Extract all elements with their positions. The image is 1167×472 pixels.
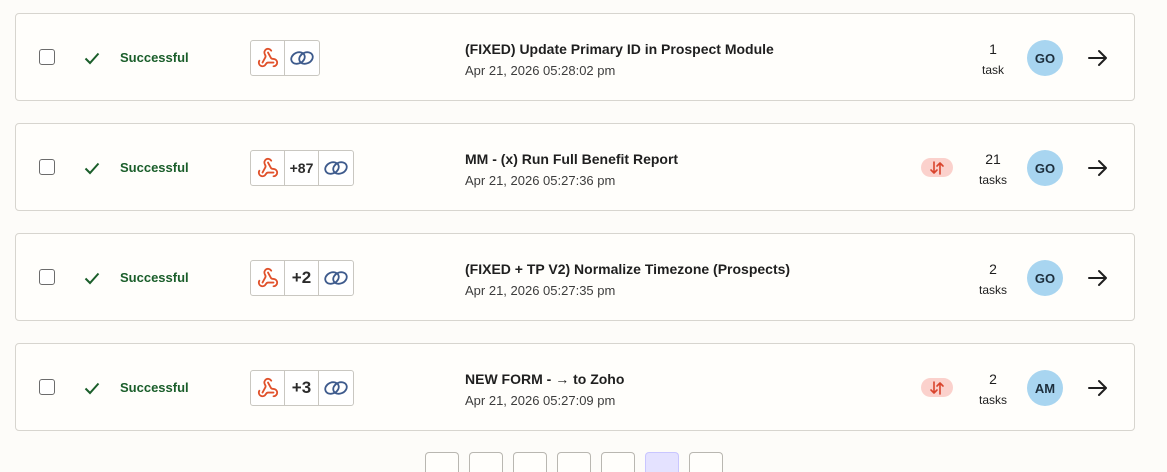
app-icons-group bbox=[250, 40, 320, 76]
app-icons-group: +2 bbox=[250, 260, 354, 296]
run-timestamp: Apr 21, 2026 05:27:09 pm bbox=[465, 393, 616, 408]
webhook-icon bbox=[251, 41, 285, 75]
zap-info: (FIXED) Update Primary ID in Prospect Mo… bbox=[465, 40, 774, 79]
pagination-button[interactable] bbox=[689, 452, 723, 472]
task-count: 2 tasks bbox=[963, 370, 1023, 408]
pagination-button[interactable] bbox=[601, 452, 635, 472]
pagination bbox=[425, 452, 723, 472]
task-count-number: 21 bbox=[985, 151, 1001, 167]
task-count-label: tasks bbox=[978, 283, 1007, 297]
link-chain-icon bbox=[319, 151, 353, 185]
app-icons-group: +3 bbox=[250, 370, 354, 406]
avatar: AM bbox=[1027, 370, 1063, 406]
zap-info: MM - (x) Run Full Benefit Report Apr 21,… bbox=[465, 150, 678, 189]
app-icons-group: +87 bbox=[250, 150, 354, 186]
more-apps-count: +3 bbox=[285, 371, 319, 405]
webhook-icon bbox=[251, 261, 285, 295]
more-apps-count: +87 bbox=[285, 151, 319, 185]
task-count-number: 2 bbox=[989, 371, 997, 387]
arrow-right-icon[interactable] bbox=[1087, 47, 1109, 69]
status-label: Successful bbox=[120, 160, 189, 175]
status-label: Successful bbox=[120, 50, 189, 65]
zap-title[interactable]: (FIXED + TP V2) Normalize Timezone (Pros… bbox=[465, 260, 790, 278]
webhook-icon bbox=[251, 371, 285, 405]
row-select-checkbox[interactable] bbox=[39, 379, 55, 395]
check-icon bbox=[84, 52, 100, 65]
zap-info: NEW FORM - → to Zoho Apr 21, 2026 05:27:… bbox=[465, 370, 624, 409]
pagination-button[interactable] bbox=[469, 452, 503, 472]
avatar: GO bbox=[1027, 150, 1063, 186]
avatar: GO bbox=[1027, 260, 1063, 296]
link-chain-icon bbox=[319, 371, 353, 405]
arrow-right-icon[interactable] bbox=[1087, 157, 1109, 179]
run-timestamp: Apr 21, 2026 05:28:02 pm bbox=[465, 63, 616, 78]
webhook-icon bbox=[251, 151, 285, 185]
pagination-button[interactable] bbox=[557, 452, 591, 472]
zap-title[interactable]: (FIXED) Update Primary ID in Prospect Mo… bbox=[465, 40, 774, 58]
status-label: Successful bbox=[120, 270, 189, 285]
task-count-label: task bbox=[981, 63, 1004, 77]
task-count-number: 2 bbox=[989, 261, 997, 277]
link-chain-icon bbox=[319, 261, 353, 295]
avatar: GO bbox=[1027, 40, 1063, 76]
task-count: 2 tasks bbox=[963, 260, 1023, 298]
zap-info: (FIXED + TP V2) Normalize Timezone (Pros… bbox=[465, 260, 790, 299]
zap-run-list: Successful (FIXED) Update Primary ID in … bbox=[15, 13, 1135, 453]
zap-run-row[interactable]: Successful +87 MM - (x) Run Full Benefit… bbox=[15, 123, 1135, 211]
pagination-button[interactable] bbox=[425, 452, 459, 472]
run-timestamp: Apr 21, 2026 05:27:36 pm bbox=[465, 173, 616, 188]
swap-arrows-icon bbox=[930, 160, 944, 175]
zap-run-row[interactable]: Successful (FIXED) Update Primary ID in … bbox=[15, 13, 1135, 101]
task-count-label: tasks bbox=[978, 393, 1007, 407]
row-select-checkbox[interactable] bbox=[39, 159, 55, 175]
run-timestamp: Apr 21, 2026 05:27:35 pm bbox=[465, 283, 616, 298]
check-icon bbox=[84, 382, 100, 395]
task-count: 21 tasks bbox=[963, 150, 1023, 188]
pagination-button[interactable] bbox=[513, 452, 547, 472]
swap-arrows-icon bbox=[930, 380, 944, 395]
check-icon bbox=[84, 162, 100, 175]
zap-title[interactable]: MM - (x) Run Full Benefit Report bbox=[465, 150, 678, 168]
row-select-checkbox[interactable] bbox=[39, 49, 55, 65]
zap-title[interactable]: NEW FORM - → to Zoho bbox=[465, 370, 624, 388]
pagination-button-active[interactable] bbox=[645, 452, 679, 472]
task-count: 1 task bbox=[963, 40, 1023, 78]
zap-run-row[interactable]: Successful +3 NEW FORM - → to Zoho Apr 2… bbox=[15, 343, 1135, 431]
issue-badge[interactable] bbox=[921, 158, 953, 177]
zap-run-row[interactable]: Successful +2 (FIXED + TP V2) Normalize … bbox=[15, 233, 1135, 321]
status-label: Successful bbox=[120, 380, 189, 395]
more-apps-count: +2 bbox=[285, 261, 319, 295]
issue-badge[interactable] bbox=[921, 378, 953, 397]
check-icon bbox=[84, 272, 100, 285]
row-select-checkbox[interactable] bbox=[39, 269, 55, 285]
arrow-right-icon[interactable] bbox=[1087, 267, 1109, 289]
task-count-number: 1 bbox=[989, 41, 997, 57]
task-count-label: tasks bbox=[978, 173, 1007, 187]
link-chain-icon bbox=[285, 41, 319, 75]
arrow-right-icon[interactable] bbox=[1087, 377, 1109, 399]
